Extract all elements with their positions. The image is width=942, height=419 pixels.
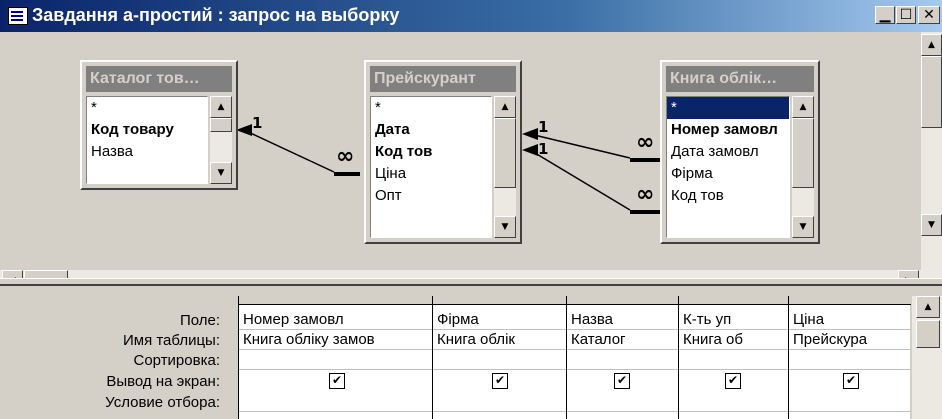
scroll-thumb[interactable]	[494, 118, 516, 188]
criteria-cell[interactable]	[433, 392, 567, 412]
design-pane-vertical-scrollbar[interactable]: ▲ ▼	[921, 32, 942, 278]
table-design-pane[interactable]: Каталог тов… * Код товару Назва ▲ ▼ Прей…	[0, 32, 921, 291]
grid-column[interactable]: Назва Каталог ✔	[566, 296, 679, 419]
pane-splitter[interactable]	[0, 278, 942, 286]
scroll-down-button[interactable]: ▼	[792, 216, 814, 238]
table-cell[interactable]: Книга облік	[433, 330, 567, 350]
field-item[interactable]: *	[87, 97, 207, 119]
column-selector[interactable]	[433, 296, 567, 305]
sort-cell[interactable]	[567, 350, 679, 370]
row-label-criteria: Условие отбора:	[105, 394, 220, 411]
row-label-sort: Сортировка:	[133, 352, 221, 369]
query-grid[interactable]: Номер замовл Книга обліку замов ✔ Фірма …	[238, 296, 911, 419]
table-title[interactable]: Каталог тов…	[86, 66, 232, 92]
field-item[interactable]: Номер замовл	[667, 119, 789, 141]
table-knyha-obliku[interactable]: Книга облік… * Номер замовл Дата замовл …	[660, 60, 820, 244]
criteria-cell[interactable]	[789, 392, 911, 412]
show-checkbox[interactable]: ✔	[329, 373, 345, 389]
field-item[interactable]: Код тов	[667, 185, 789, 207]
table-cell[interactable]: Прейскура	[789, 330, 911, 350]
grid-column[interactable]: Ціна Прейскура ✔	[788, 296, 911, 419]
grid-vertical-scrollbar[interactable]: ▲	[912, 296, 942, 419]
table-katalog[interactable]: Каталог тов… * Код товару Назва ▲ ▼	[80, 60, 238, 190]
relation-many-label: ∞	[336, 144, 355, 169]
relation-one-label: 1	[538, 118, 549, 136]
title-bar[interactable]: Завдання а-простий : запрос на выборку ▁…	[0, 0, 942, 32]
scroll-up-button[interactable]: ▲	[921, 34, 942, 56]
field-list[interactable]: * Код товару Назва	[86, 96, 208, 184]
show-checkbox[interactable]: ✔	[492, 373, 508, 389]
table-cell[interactable]: Книга обліку замов	[239, 330, 433, 350]
field-list[interactable]: * Дата Код тов Ціна Опт	[370, 96, 492, 238]
show-checkbox[interactable]: ✔	[614, 373, 630, 389]
grid-column[interactable]: Номер замовл Книга обліку замов ✔	[238, 296, 433, 419]
column-selector[interactable]	[679, 296, 789, 305]
table-title[interactable]: Прейскурант	[370, 66, 516, 92]
field-item[interactable]: Опт	[371, 185, 491, 207]
sort-cell[interactable]	[433, 350, 567, 370]
scroll-up-button[interactable]: ▲	[494, 96, 516, 118]
field-item[interactable]: Фірма	[667, 163, 789, 185]
scroll-up-button[interactable]: ▲	[792, 96, 814, 118]
field-cell[interactable]: Номер замовл	[239, 310, 433, 330]
field-list-scrollbar[interactable]: ▲ ▼	[210, 96, 232, 184]
scroll-thumb[interactable]	[210, 118, 232, 132]
scroll-down-button[interactable]: ▼	[210, 162, 232, 184]
show-checkbox[interactable]: ✔	[725, 373, 741, 389]
scroll-thumb[interactable]	[916, 320, 940, 348]
row-label-field: Поле:	[179, 312, 220, 329]
field-item[interactable]: Ціна	[371, 163, 491, 185]
relation-one-label: 1	[252, 114, 263, 132]
scroll-up-button[interactable]: ▲	[210, 96, 232, 118]
criteria-cell[interactable]	[239, 392, 433, 412]
field-item[interactable]: Код товару	[87, 119, 207, 141]
table-cell[interactable]: Книга об	[679, 330, 789, 350]
relation-many-label: ∞	[636, 130, 655, 155]
relation-many-label: ∞	[636, 182, 655, 207]
criteria-cell[interactable]	[679, 392, 789, 412]
field-item[interactable]: Код тов	[371, 141, 491, 163]
row-label-show: Вывод на экран:	[106, 373, 220, 390]
show-checkbox[interactable]: ✔	[843, 373, 859, 389]
field-cell[interactable]: Фірма	[433, 310, 567, 330]
maximize-button[interactable]: ☐	[896, 6, 916, 24]
scroll-down-button[interactable]: ▼	[921, 214, 942, 236]
field-item[interactable]: *	[371, 97, 491, 119]
column-selector[interactable]	[567, 296, 679, 305]
table-cell[interactable]: Каталог	[567, 330, 679, 350]
sort-cell[interactable]	[789, 350, 911, 370]
column-selector[interactable]	[789, 296, 911, 305]
scroll-thumb[interactable]	[792, 118, 814, 188]
window-title: Завдання а-простий : запрос на выборку	[32, 5, 400, 25]
sort-cell[interactable]	[679, 350, 789, 370]
field-item[interactable]: Дата	[371, 119, 491, 141]
grid-column[interactable]: К-ть уп Книга об ✔	[678, 296, 789, 419]
relation-one-label: 1	[538, 140, 549, 158]
scroll-down-button[interactable]: ▼	[494, 216, 516, 238]
scroll-thumb[interactable]	[921, 56, 942, 128]
field-cell[interactable]: Ціна	[789, 310, 911, 330]
field-item[interactable]: Назва	[87, 141, 207, 163]
scroll-up-button[interactable]: ▲	[916, 296, 940, 318]
field-cell[interactable]: Назва	[567, 310, 679, 330]
minimize-button[interactable]: ▁	[875, 6, 895, 24]
table-title[interactable]: Книга облік…	[666, 66, 814, 92]
sort-cell[interactable]	[239, 350, 433, 370]
field-cell[interactable]: К-ть уп	[679, 310, 789, 330]
row-label-table: Имя таблицы:	[122, 332, 220, 349]
grid-column[interactable]: Фірма Книга облік ✔	[432, 296, 567, 419]
close-button[interactable]: ✕	[918, 6, 940, 24]
table-preyskurant[interactable]: Прейскурант * Дата Код тов Ціна Опт ▲ ▼	[364, 60, 522, 244]
field-list-scrollbar[interactable]: ▲ ▼	[792, 96, 814, 238]
column-selector[interactable]	[239, 296, 433, 305]
query-design-grid-area[interactable]: Поле: Имя таблицы: Сортировка: Вывод на …	[0, 286, 942, 419]
field-item[interactable]: Дата замовл	[667, 141, 789, 163]
query-window-icon[interactable]	[8, 7, 28, 25]
criteria-cell[interactable]	[567, 392, 679, 412]
field-list-scrollbar[interactable]: ▲ ▼	[494, 96, 516, 238]
field-list[interactable]: * Номер замовл Дата замовл Фірма Код тов	[666, 96, 790, 238]
field-item-selected[interactable]: *	[667, 97, 789, 119]
